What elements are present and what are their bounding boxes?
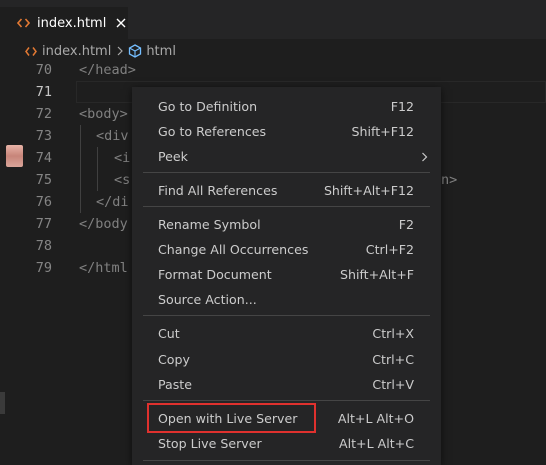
gutter-marker bbox=[0, 392, 5, 414]
menu-item-cut[interactable]: Cut Ctrl+X bbox=[132, 322, 441, 346]
menu-item-rename-symbol[interactable]: Rename Symbol F2 bbox=[132, 213, 441, 237]
menu-item-change-all-occurrences[interactable]: Change All Occurrences Ctrl+F2 bbox=[132, 238, 441, 262]
menu-item-shortcut: Shift+Alt+F bbox=[339, 267, 414, 282]
menu-item-label: Cut bbox=[158, 326, 180, 341]
context-menu: Go to Definition F12 Go to References Sh… bbox=[132, 87, 441, 465]
line-number: 77 bbox=[35, 216, 52, 232]
code-line: </body bbox=[79, 216, 128, 232]
menu-item-shortcut: Ctrl+X bbox=[372, 326, 414, 341]
annotation-highlight-box bbox=[147, 403, 316, 433]
line-number: 79 bbox=[35, 260, 52, 276]
menu-item-label: Rename Symbol bbox=[158, 217, 261, 232]
tab-label: index.html bbox=[37, 15, 107, 31]
menu-item-shortcut: Ctrl+V bbox=[372, 377, 414, 392]
menu-item-shortcut: Alt+L Alt+C bbox=[338, 436, 414, 451]
menu-item-label: Change All Occurrences bbox=[158, 242, 309, 257]
code-line: <body> bbox=[79, 106, 128, 122]
code-line: <div bbox=[96, 128, 129, 144]
code-line: </di bbox=[96, 194, 129, 210]
menu-item-shortcut: Alt+L Alt+O bbox=[337, 411, 414, 426]
menu-item-find-all-references[interactable]: Find All References Shift+Alt+F12 bbox=[132, 179, 441, 203]
line-number: 75 bbox=[35, 172, 52, 188]
menu-item-source-action[interactable]: Source Action... bbox=[132, 288, 441, 312]
menu-item-label: Go to References bbox=[158, 124, 267, 139]
line-number: 71 bbox=[35, 84, 52, 100]
avatar bbox=[6, 145, 23, 167]
menu-item-stop-live-server[interactable]: Stop Live Server Alt+L Alt+C bbox=[132, 432, 441, 456]
menu-item-label: Stop Live Server bbox=[158, 436, 262, 451]
menu-item-format-document[interactable]: Format Document Shift+Alt+F bbox=[132, 263, 441, 287]
menu-item-label: Paste bbox=[158, 377, 192, 392]
code-fragment: n> bbox=[441, 172, 458, 188]
code-line: </head> bbox=[79, 62, 136, 78]
menu-item-go-to-references[interactable]: Go to References Shift+F12 bbox=[132, 120, 441, 144]
menu-item-peek[interactable]: Peek bbox=[132, 145, 441, 169]
breadcrumb-file[interactable]: index.html bbox=[42, 44, 111, 59]
line-number: 73 bbox=[35, 128, 52, 144]
menu-item-shortcut: Shift+Alt+F12 bbox=[323, 183, 414, 198]
menu-item-label: Source Action... bbox=[158, 292, 257, 307]
line-number: 70 bbox=[35, 62, 52, 78]
code-line: <i bbox=[114, 150, 131, 166]
menu-item-shortcut: F2 bbox=[398, 217, 414, 232]
code-line: <s bbox=[114, 172, 131, 188]
indent-guide bbox=[80, 125, 81, 213]
menu-item-shortcut: Ctrl+C bbox=[372, 352, 414, 367]
menu-item-copy[interactable]: Copy Ctrl+C bbox=[132, 348, 441, 372]
close-icon[interactable] bbox=[115, 17, 127, 29]
tab-bar: index.html bbox=[0, 0, 546, 39]
symbol-element-icon bbox=[129, 44, 142, 58]
menu-item-label: Format Document bbox=[158, 267, 272, 282]
menu-separator bbox=[143, 400, 430, 401]
line-number: 76 bbox=[35, 194, 52, 210]
menu-item-shortcut: Ctrl+F2 bbox=[365, 242, 414, 257]
code-line: </html bbox=[79, 260, 128, 276]
menu-separator bbox=[143, 206, 430, 207]
breadcrumb-symbol[interactable]: html bbox=[146, 44, 176, 59]
menu-item-label: Find All References bbox=[158, 183, 278, 198]
menu-item-label: Peek bbox=[158, 149, 188, 164]
chevron-right-icon bbox=[422, 152, 428, 162]
line-number: 78 bbox=[35, 238, 52, 254]
chevron-right-icon bbox=[117, 46, 124, 56]
code-icon bbox=[25, 46, 37, 56]
line-number: 72 bbox=[35, 106, 52, 122]
tab-index-html[interactable]: index.html bbox=[0, 7, 128, 39]
menu-item-label: Go to Definition bbox=[158, 99, 258, 114]
code-icon bbox=[17, 18, 30, 28]
menu-separator bbox=[143, 315, 430, 316]
menu-separator bbox=[143, 172, 430, 173]
indent-guide bbox=[97, 147, 98, 191]
menu-item-go-to-definition[interactable]: Go to Definition F12 bbox=[132, 95, 441, 119]
menu-separator bbox=[143, 460, 430, 461]
menu-item-label: Copy bbox=[158, 352, 190, 367]
menu-item-shortcut: Shift+F12 bbox=[351, 124, 414, 139]
menu-item-shortcut: F12 bbox=[390, 99, 414, 114]
menu-item-paste[interactable]: Paste Ctrl+V bbox=[132, 373, 441, 397]
